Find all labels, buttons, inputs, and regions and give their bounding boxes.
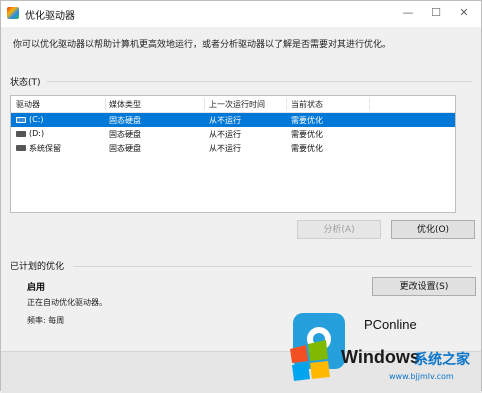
- schedule-section-label: 已计划的优化: [10, 262, 65, 272]
- watermark-site-name: 系统之家: [414, 352, 470, 368]
- title-bar: 优化驱动器 — ☐ ✕: [1, 1, 481, 27]
- drive-icon: [16, 131, 26, 137]
- description-text: 你可以优化驱动器以帮助计算机更高效地运行，或者分析驱动器以了解是否需要对其进行优…: [13, 40, 392, 50]
- last-run: 从不运行: [209, 144, 241, 153]
- current-status: 需要优化: [291, 130, 323, 139]
- current-status: 需要优化: [291, 144, 323, 153]
- media-type: 固态硬盘: [109, 130, 141, 139]
- last-run: 从不运行: [209, 130, 241, 139]
- last-run: 从不运行: [209, 116, 241, 125]
- column-divider: [105, 98, 106, 110]
- watermark-url: www.bjjmlv.com: [389, 372, 454, 381]
- optimize-drives-window: 优化驱动器 — ☐ ✕ 你可以优化驱动器以帮助计算机更高效地运行，或者分析驱动器…: [0, 0, 482, 393]
- column-header-drive[interactable]: 驱动器: [16, 99, 40, 110]
- windows-flag-icon: [290, 340, 330, 381]
- drive-icon: [16, 145, 26, 151]
- column-header-media[interactable]: 媒体类型: [109, 99, 141, 110]
- schedule-divider: [73, 266, 472, 267]
- list-header: 驱动器 媒体类型 上一次运行时间 当前状态: [11, 96, 455, 113]
- optimize-button[interactable]: 优化(O): [391, 220, 475, 239]
- drives-list[interactable]: 驱动器 媒体类型 上一次运行时间 当前状态 (C:) 固态硬盘 从不运行 需要优…: [10, 95, 456, 213]
- media-type: 固态硬盘: [109, 116, 141, 125]
- drive-row-system-reserved[interactable]: 系统保留 固态硬盘 从不运行 需要优化: [11, 141, 455, 155]
- status-section-label: 状态(T): [10, 78, 41, 88]
- column-divider: [369, 98, 370, 110]
- column-header-last-run[interactable]: 上一次运行时间: [209, 99, 265, 110]
- current-status: 需要优化: [291, 116, 323, 125]
- change-settings-button[interactable]: 更改设置(S): [372, 277, 476, 296]
- drive-row-d[interactable]: (D:) 固态硬盘 从不运行 需要优化: [11, 127, 455, 141]
- window-title: 优化驱动器: [25, 11, 75, 22]
- watermark-windows-text: Windows: [341, 347, 420, 367]
- media-type: 固态硬盘: [109, 144, 141, 153]
- drive-name: (C:): [29, 115, 44, 124]
- drive-name: 系统保留: [29, 144, 61, 153]
- drive-row-c[interactable]: (C:) 固态硬盘 从不运行 需要优化: [11, 113, 455, 127]
- defrag-app-icon: [7, 7, 19, 19]
- watermark-pconline-text: PConline: [364, 317, 417, 332]
- column-divider: [204, 98, 205, 110]
- column-header-status[interactable]: 当前状态: [291, 99, 323, 110]
- maximize-button[interactable]: ☐: [427, 5, 445, 21]
- column-divider: [286, 98, 287, 110]
- schedule-frequency-text: 频率: 每周: [27, 316, 65, 325]
- close-button[interactable]: ✕: [455, 5, 473, 21]
- watermark: PConline Windows 系统之家 www.bjjmlv.com: [286, 309, 482, 392]
- drive-name: (D:): [29, 129, 45, 138]
- drive-icon: [16, 117, 26, 123]
- analyze-button[interactable]: 分析(A): [297, 220, 381, 239]
- schedule-status-text: 正在自动优化驱动器。: [27, 298, 107, 307]
- minimize-button[interactable]: —: [399, 5, 417, 21]
- status-divider: [47, 81, 472, 82]
- schedule-enabled-label: 启用: [27, 283, 46, 293]
